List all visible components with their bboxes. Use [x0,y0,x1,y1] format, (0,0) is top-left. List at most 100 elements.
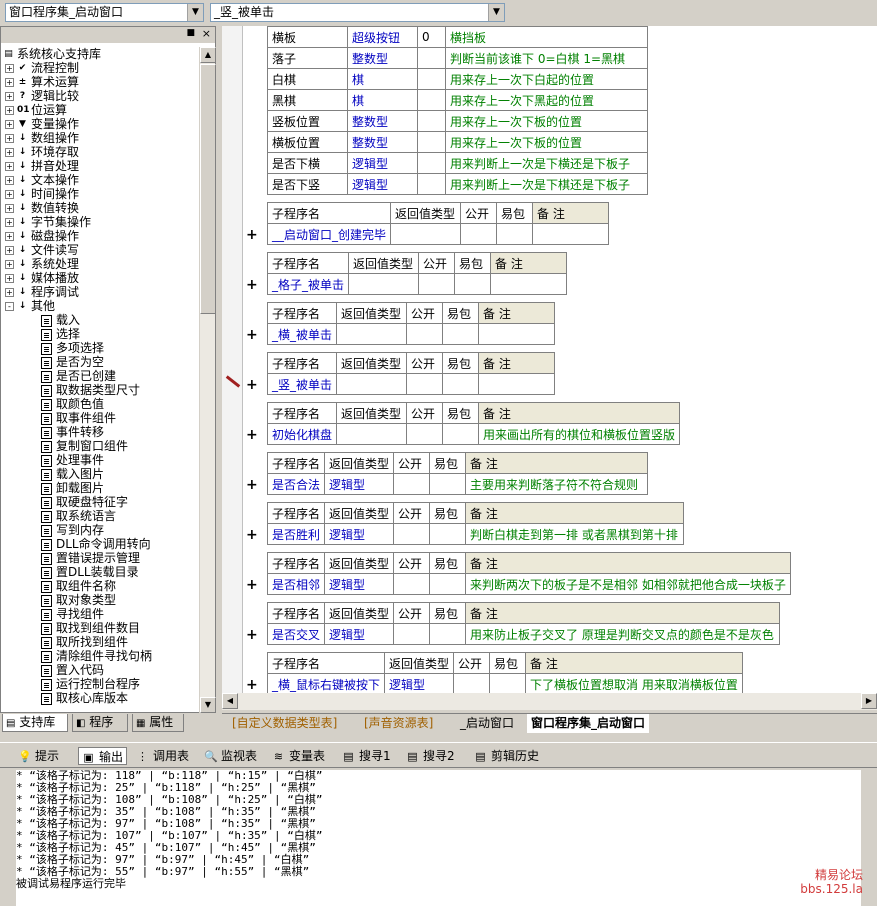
tree-item[interactable]: + ± 算术运算 [5,75,79,89]
tree-item[interactable]: + ↓ 媒体播放 [5,271,79,285]
bottom-tab[interactable]: 🔍 监视表 [204,747,257,765]
tree-item[interactable]: 运行控制台程序 [41,677,140,691]
subroutine-pub[interactable] [393,473,431,495]
tab-start-window[interactable]: _启动窗口 [460,714,514,733]
variable-row[interactable]: 白棋棋 用来存上一次下白起的位置 [267,68,648,90]
variable-name[interactable]: 是否下横 [267,152,348,174]
tree-item[interactable]: 取所找到组件 [41,635,128,649]
scroll-down-icon[interactable]: ▼ [200,697,216,713]
expand-icon[interactable]: + [5,218,14,227]
variable-name[interactable]: 落子 [267,47,348,69]
subroutine-ret[interactable] [336,373,408,395]
subroutine-easy[interactable] [442,373,480,395]
variable-note[interactable]: 判断当前该谁下 0=白棋 1=黑棋 [445,47,648,69]
subroutine-name[interactable]: _横_鼠标右键被按下 [266,673,386,693]
variable-type[interactable]: 整数型 [347,47,418,69]
variable-row[interactable]: 黑棋棋 用来存上一次下黑起的位置 [267,89,648,111]
tree-item[interactable]: 多项选择 [41,341,104,355]
subroutine-ret[interactable]: 逻辑型 [324,623,395,645]
expand-icon[interactable]: + [5,260,14,269]
bottom-tab[interactable]: ▤ 剪辑历史 [474,747,539,765]
method-combo[interactable]: _竖_被单击 ▼ [210,3,505,22]
tree-item[interactable]: 取对象类型 [41,593,116,607]
variable-name[interactable]: 横板 [267,26,348,48]
expand-icon[interactable]: + [5,246,14,255]
tree-item[interactable]: 寻找组件 [41,607,104,621]
variable-note[interactable]: 用来判断上一次是下棋还是下板子 [445,173,648,195]
subroutine-easy[interactable] [429,523,467,545]
subroutine-name[interactable]: 是否交叉 [266,623,326,645]
expand-icon[interactable]: + [5,64,14,73]
expand-icon[interactable]: + [246,378,258,392]
subroutine-name[interactable]: __启动窗口_创建完毕 [266,223,392,245]
subroutine-ret[interactable]: 逻辑型 [324,473,395,495]
tree-item[interactable]: 选择 [41,327,80,341]
subroutine-pub[interactable] [453,673,491,693]
variable-name[interactable]: 黑棋 [267,89,348,111]
tree-item[interactable]: + ↓ 系统处理 [5,257,79,271]
tree-item[interactable]: + ↓ 磁盘操作 [5,229,79,243]
variable-type[interactable]: 逻辑型 [347,152,418,174]
subroutine-note[interactable]: 来判断两次下的板子是不是相邻 如相邻就把他合成一块板子 [465,573,791,595]
tree-item[interactable]: 卸载图片 [41,481,104,495]
subroutine-ret[interactable] [348,273,420,295]
variable-arr[interactable] [417,173,446,195]
variable-note[interactable]: 用来存上一次下白起的位置 [445,68,648,90]
variable-row[interactable]: 横板位置 整数型 用来存上一次下板的位置 [267,131,648,153]
close-icon[interactable]: × [202,27,211,40]
tree-item[interactable]: DLL命令调用转向 [41,537,151,551]
tree-item[interactable]: 载入 [41,313,80,327]
scroll-thumb[interactable] [200,64,216,314]
variable-row[interactable]: 落子 整数型 判断当前该谁下 0=白棋 1=黑棋 [267,47,648,69]
tree-item[interactable]: + ↓ 字节集操作 [5,215,91,229]
variable-note[interactable]: 用来存上一次下板的位置 [445,110,648,132]
expand-icon[interactable]: + [246,328,258,342]
tab-window-assembly[interactable]: 窗口程序集_启动窗口 [527,714,650,733]
expand-icon[interactable]: + [5,288,14,297]
bottom-tab[interactable]: 💡 提示 [18,747,59,765]
subroutine-name[interactable]: 是否胜利 [266,523,326,545]
subroutine-row[interactable]: _竖_被单击 [266,373,556,395]
bottom-tab[interactable]: ▤ 搜寻2 [406,747,454,765]
tree-item[interactable]: 取核心库版本 [41,691,128,705]
variable-name[interactable]: 横板位置 [267,131,348,153]
tree-item[interactable]: 置入代码 [41,663,104,677]
tree-item[interactable]: 处理事件 [41,453,104,467]
subroutine-easy[interactable] [454,273,492,295]
expand-icon[interactable]: + [5,190,14,199]
subroutine-easy[interactable] [496,223,534,245]
subroutine-pub[interactable] [406,423,444,445]
variable-name[interactable]: 白棋 [267,68,348,90]
subroutine-easy[interactable] [489,673,527,693]
bottom-tab[interactable]: ≋ 变量表 [272,747,325,765]
subroutine-name[interactable]: _横_被单击 [266,323,338,345]
subroutine-row[interactable]: _横_被单击 [266,323,556,345]
subroutine-note[interactable] [478,373,556,395]
expand-icon[interactable]: + [5,134,14,143]
expand-icon[interactable]: + [5,92,14,101]
scroll-left-icon[interactable]: ◀ [222,693,238,709]
subroutine-ret[interactable]: 逻辑型 [324,573,395,595]
tree-item[interactable]: + ↓ 数值转换 [5,201,79,215]
subroutine-note[interactable]: 下了横板位置想取消 用来取消横板位置 [525,673,743,693]
subroutine-note[interactable] [490,273,568,295]
expand-icon[interactable]: + [5,162,14,171]
subroutine-ret[interactable]: 逻辑型 [324,523,395,545]
tree-item[interactable]: + ↓ 环境存取 [5,145,79,159]
variable-arr[interactable] [417,110,446,132]
subroutine-name[interactable]: _竖_被单击 [266,373,338,395]
scroll-up-icon[interactable]: ▲ [200,47,216,63]
variable-note[interactable]: 用来判断上一次是下横还是下板子 [445,152,648,174]
variable-note[interactable]: 用来存上一次下黑起的位置 [445,89,648,111]
subroutine-pub[interactable] [393,623,431,645]
tree-item[interactable]: +01位运算 [5,103,67,117]
tree-item[interactable]: 取硬盘特征字 [41,495,128,509]
subroutine-pub[interactable] [460,223,498,245]
subroutine-note[interactable] [478,323,556,345]
subroutine-easy[interactable] [429,623,467,645]
subroutine-note[interactable]: 主要用来判断落子符不符合规则 [465,473,649,495]
bottom-tab[interactable]: ▣ 输出 [78,747,128,765]
chevron-down-icon[interactable]: ▼ [488,4,504,21]
subroutine-pub[interactable] [418,273,456,295]
tree-item[interactable]: 取数据类型尺寸 [41,383,140,397]
